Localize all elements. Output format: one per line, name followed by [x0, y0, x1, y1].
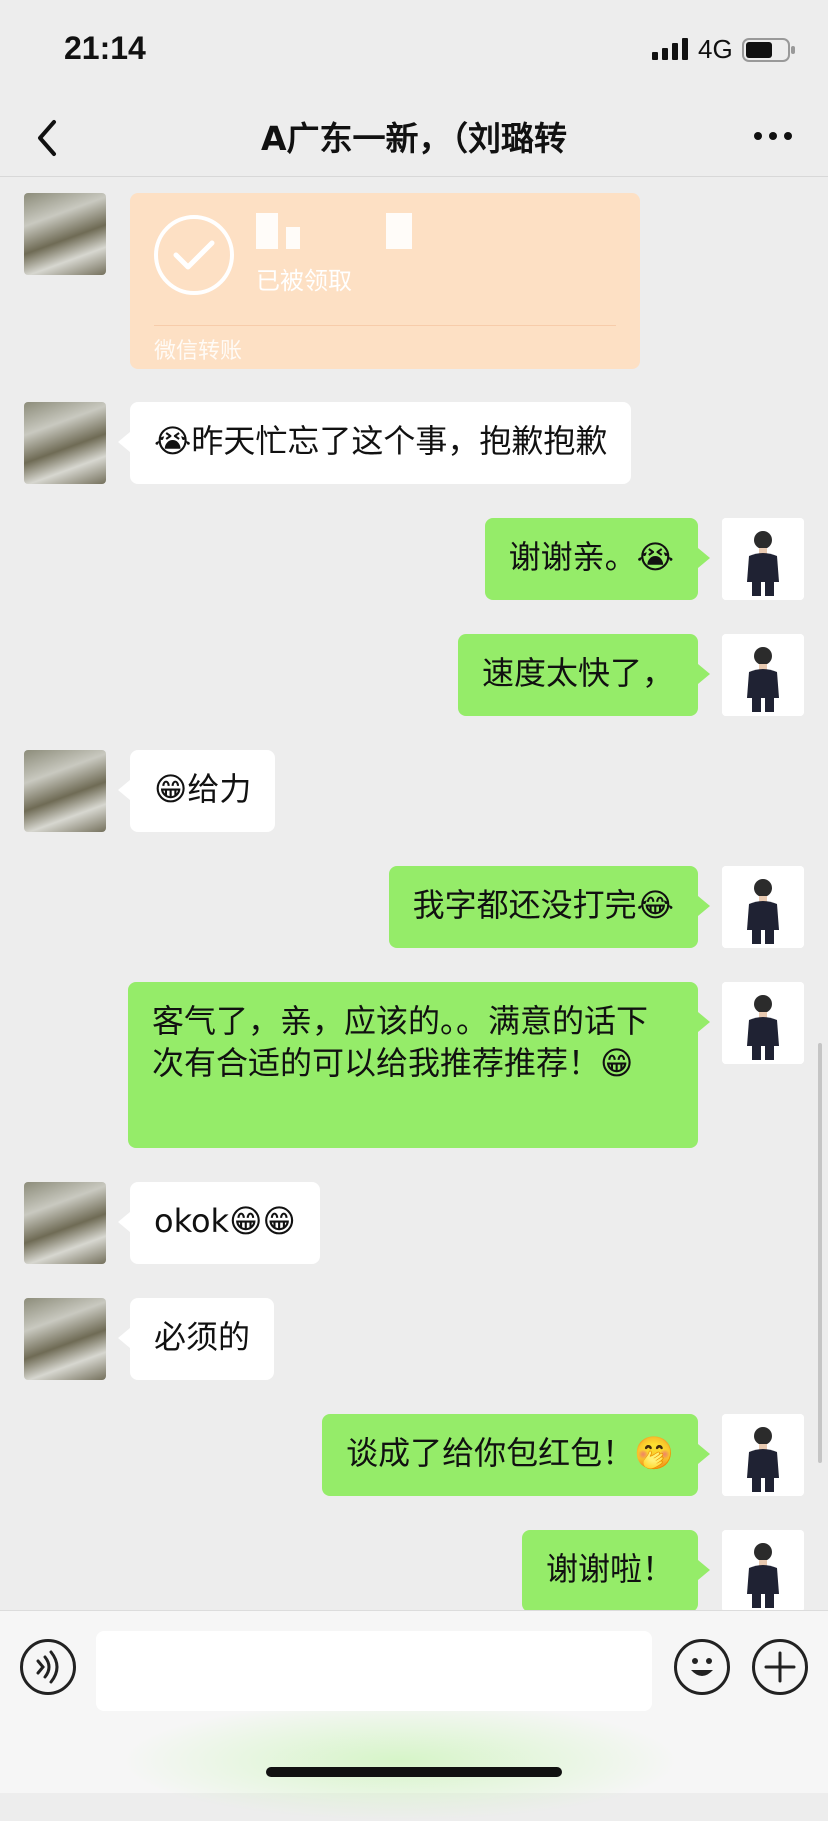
- message-bubble-outgoing[interactable]: 我字都还没打完😂: [388, 866, 711, 948]
- transfer-card[interactable]: 已被领取 微信转账: [130, 193, 640, 369]
- smile-icon: [691, 1658, 713, 1676]
- contact-avatar[interactable]: [24, 1298, 106, 1380]
- emoji-button[interactable]: [674, 1639, 730, 1695]
- transfer-status: 已被领取: [256, 267, 352, 295]
- message-bubble-outgoing[interactable]: 谢谢亲。😭: [484, 518, 711, 600]
- message-bubble-incoming[interactable]: 😭昨天忙忘了这个事，抱歉抱歉: [117, 402, 632, 484]
- person-icon: [722, 982, 804, 1064]
- plus-icon: [764, 1651, 796, 1683]
- message-bubble-incoming[interactable]: 必须的: [117, 1298, 275, 1380]
- more-icon[interactable]: [748, 116, 798, 156]
- my-avatar[interactable]: [722, 634, 804, 716]
- voice-icon: [36, 1650, 59, 1684]
- my-avatar[interactable]: [722, 866, 804, 948]
- my-avatar[interactable]: [722, 1530, 804, 1610]
- more-functions-button[interactable]: [752, 1639, 808, 1695]
- transfer-amount-redacted: [256, 213, 456, 249]
- message-bubble-outgoing[interactable]: 客气了，亲，应该的。。满意的话下次有合适的可以给我推荐推荐！😁: [128, 982, 710, 1148]
- transfer-label: 微信转账: [154, 339, 243, 364]
- my-avatar[interactable]: [722, 982, 804, 1064]
- contact-avatar[interactable]: [24, 193, 106, 275]
- person-icon: [722, 634, 804, 716]
- voice-input-button[interactable]: [20, 1639, 76, 1695]
- my-avatar[interactable]: [722, 518, 804, 600]
- my-avatar[interactable]: [722, 1414, 804, 1496]
- message-bubble-outgoing[interactable]: 谈成了给你包红包！🤭: [322, 1414, 710, 1496]
- signal-icon: [652, 38, 688, 60]
- message-bubble-incoming[interactable]: 😁给力: [117, 750, 276, 832]
- nav-bar: A广东一新，（刘璐转: [0, 100, 828, 177]
- person-icon: [722, 518, 804, 600]
- contact-avatar[interactable]: [24, 1182, 106, 1264]
- home-indicator[interactable]: [266, 1767, 562, 1777]
- message-bubble-incoming[interactable]: okok😁😁: [118, 1182, 320, 1264]
- scrollbar[interactable]: [818, 1043, 822, 1463]
- chat-message-list[interactable]: 已被领取 微信转账 😭昨天忙忘了这个事，抱歉抱歉 谢谢亲。😭 速度太快了， 😁给…: [0, 177, 828, 1610]
- divider: [154, 325, 616, 326]
- status-time: 21:14: [64, 30, 146, 66]
- battery-icon: [742, 38, 795, 62]
- contact-avatar[interactable]: [24, 750, 106, 832]
- person-icon: [722, 1530, 804, 1610]
- back-icon[interactable]: [26, 110, 76, 166]
- person-icon: [722, 866, 804, 948]
- check-circle-icon: [154, 215, 234, 295]
- person-icon: [722, 1414, 804, 1496]
- network-type: 4G: [698, 34, 733, 64]
- status-bar: 21:14 4G: [0, 0, 828, 100]
- message-bubble-outgoing[interactable]: 谢谢啦！: [521, 1530, 711, 1610]
- message-input[interactable]: [96, 1631, 652, 1711]
- chat-title: A广东一新，（刘璐转: [260, 119, 568, 158]
- contact-avatar[interactable]: [24, 402, 106, 484]
- input-bar: [0, 1610, 828, 1821]
- message-bubble-outgoing[interactable]: 速度太快了，: [457, 634, 711, 716]
- glow-decoration: [120, 1701, 680, 1821]
